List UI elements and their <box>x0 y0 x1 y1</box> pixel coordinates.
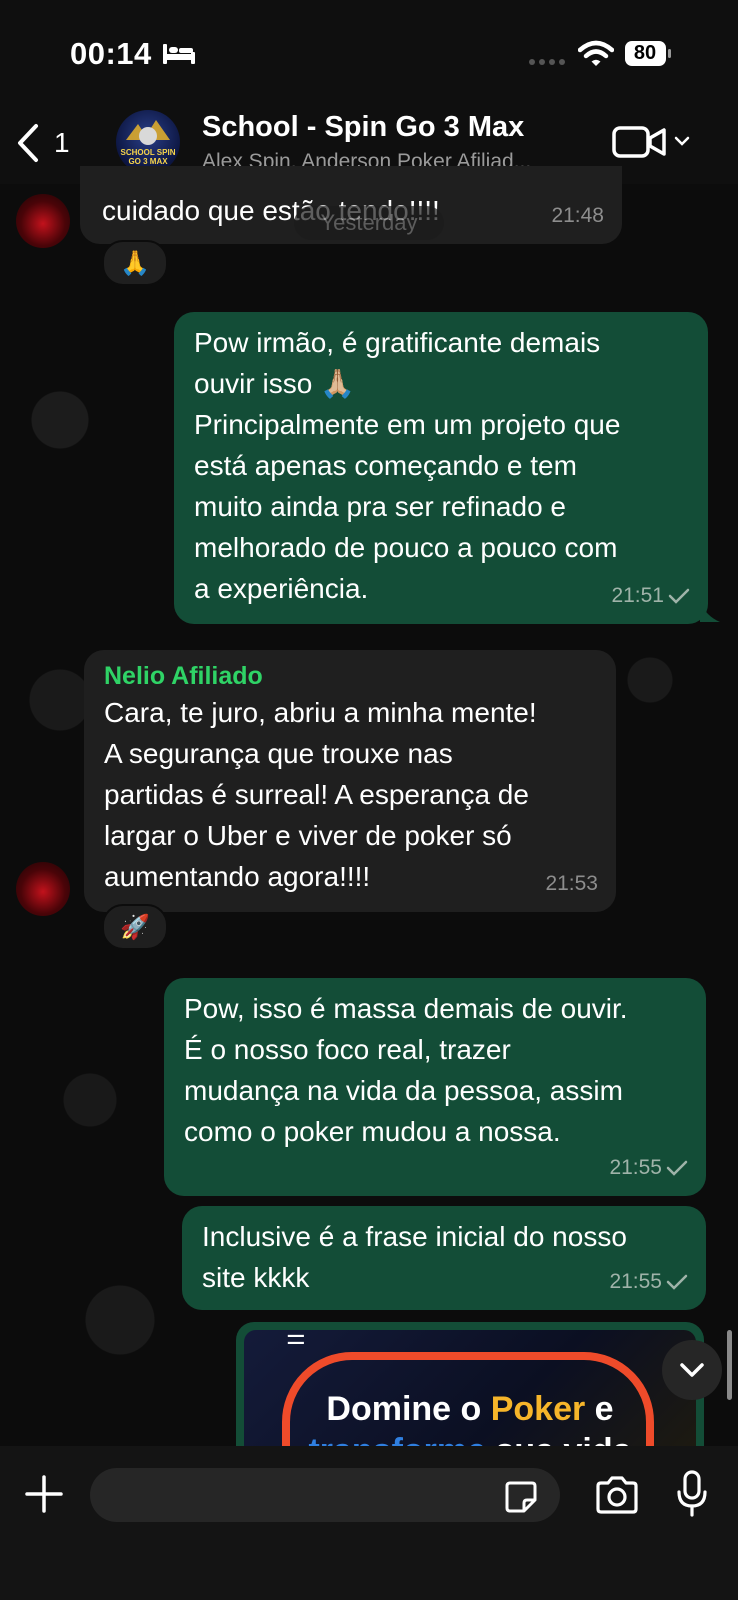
video-camera-icon <box>612 126 666 158</box>
scrollbar[interactable] <box>727 1330 732 1400</box>
check-icon <box>666 1160 688 1176</box>
message-line: ouvir isso 🙏🏼 <box>194 368 355 399</box>
message-line: partidas é surreal! A esperança de <box>104 779 529 810</box>
bubble-tail <box>700 602 720 622</box>
message-meta: 21:51 <box>611 575 690 616</box>
message-reaction[interactable]: 🙏 <box>102 240 168 286</box>
sender-name[interactable]: Nelio Afiliado <box>104 660 596 692</box>
message-input[interactable] <box>90 1468 560 1522</box>
unread-count: 1 <box>54 127 70 158</box>
message-line: Pow irmão, é gratificante demais <box>194 327 601 358</box>
image-message[interactable]: ☰ Domine o Poker e transforme sua vida <box>236 1322 704 1452</box>
chevron-down-icon <box>674 136 690 146</box>
message-meta: 21:53 <box>545 863 598 904</box>
message-time: 21:51 <box>611 584 664 607</box>
scroll-to-bottom-button[interactable] <box>662 1340 722 1400</box>
message-time: 21:55 <box>609 1156 662 1179</box>
chevron-down-icon <box>680 1363 704 1377</box>
status-time: 00:14 <box>70 36 152 71</box>
message-line: Cara, te juro, abriu a minha mente! <box>104 697 537 728</box>
check-icon <box>666 1274 688 1290</box>
back-button[interactable]: 1 <box>16 118 80 168</box>
image-headline-c: e <box>585 1390 614 1428</box>
chevron-left-icon <box>18 124 38 162</box>
message-meta: 21:55 <box>609 1261 688 1302</box>
group-avatar[interactable]: SCHOOL SPIN GO 3 MAX <box>116 110 180 174</box>
sticker-icon[interactable] <box>504 1480 538 1514</box>
outgoing-message[interactable]: Inclusive é a frase inicial do nosso sit… <box>182 1206 706 1310</box>
image-headline-a: Domine o <box>326 1390 491 1428</box>
member-avatar[interactable] <box>16 194 70 248</box>
image-headline-b: Poker <box>490 1390 586 1428</box>
camera-icon[interactable] <box>594 1476 640 1514</box>
member-avatar[interactable] <box>16 862 70 916</box>
day-separator: Yesterday <box>294 206 444 240</box>
wifi-icon <box>578 40 614 66</box>
message-reaction[interactable]: 🚀 <box>102 904 168 950</box>
hamburger-icon: ☰ <box>286 1330 306 1349</box>
message-line: Inclusive é a frase inicial do nosso <box>202 1221 627 1252</box>
message-line: como o poker mudou a nossa. <box>184 1116 561 1147</box>
incoming-message[interactable]: Nelio Afiliado Cara, te juro, abriu a mi… <box>84 650 616 912</box>
microphone-icon[interactable] <box>676 1470 708 1518</box>
message-time: 21:48 <box>551 204 604 227</box>
message-line: está apenas começando e tem <box>194 450 577 481</box>
message-time: 21:53 <box>545 872 598 895</box>
message-line: melhorado de pouco a pouco com <box>194 532 618 563</box>
outgoing-message[interactable]: Pow irmão, é gratificante demais ouvir i… <box>174 312 708 624</box>
battery-level: 80 <box>633 42 657 64</box>
battery-icon: 80 <box>624 40 672 67</box>
message-meta: 21:48 <box>551 195 604 236</box>
chat-title[interactable]: School - Spin Go 3 Max <box>202 111 524 144</box>
image-preview[interactable]: ☰ Domine o Poker e transforme sua vida <box>244 1330 696 1452</box>
cellular-signal-icon <box>529 59 565 65</box>
message-meta: 21:55 <box>609 1147 688 1188</box>
bed-icon <box>163 44 195 64</box>
video-call-button[interactable] <box>612 122 690 162</box>
status-bar: 00:14 80 <box>0 0 738 100</box>
plus-icon[interactable] <box>24 1474 64 1514</box>
message-line: A segurança que trouxe nas <box>104 738 453 769</box>
message-line: É o nosso foco real, trazer <box>184 1034 511 1065</box>
message-line: muito ainda pra ser refinado e <box>194 491 566 522</box>
message-line: Pow, isso é massa demais de ouvir. <box>184 993 628 1024</box>
message-line: aumentando agora!!!! <box>104 861 371 892</box>
message-composer <box>0 1446 738 1600</box>
message-line: Principalmente em um projeto que <box>194 409 621 440</box>
check-icon <box>668 588 690 604</box>
outgoing-message[interactable]: Pow, isso é massa demais de ouvir. É o n… <box>164 978 706 1196</box>
message-time: 21:55 <box>609 1270 662 1293</box>
message-line: mudança na vida da pessoa, assim <box>184 1075 623 1106</box>
message-line: largar o Uber e viver de poker só <box>104 820 512 851</box>
image-headline: Domine o Poker e <box>244 1390 696 1429</box>
group-avatar-text: SCHOOL SPIN GO 3 MAX <box>120 148 176 166</box>
